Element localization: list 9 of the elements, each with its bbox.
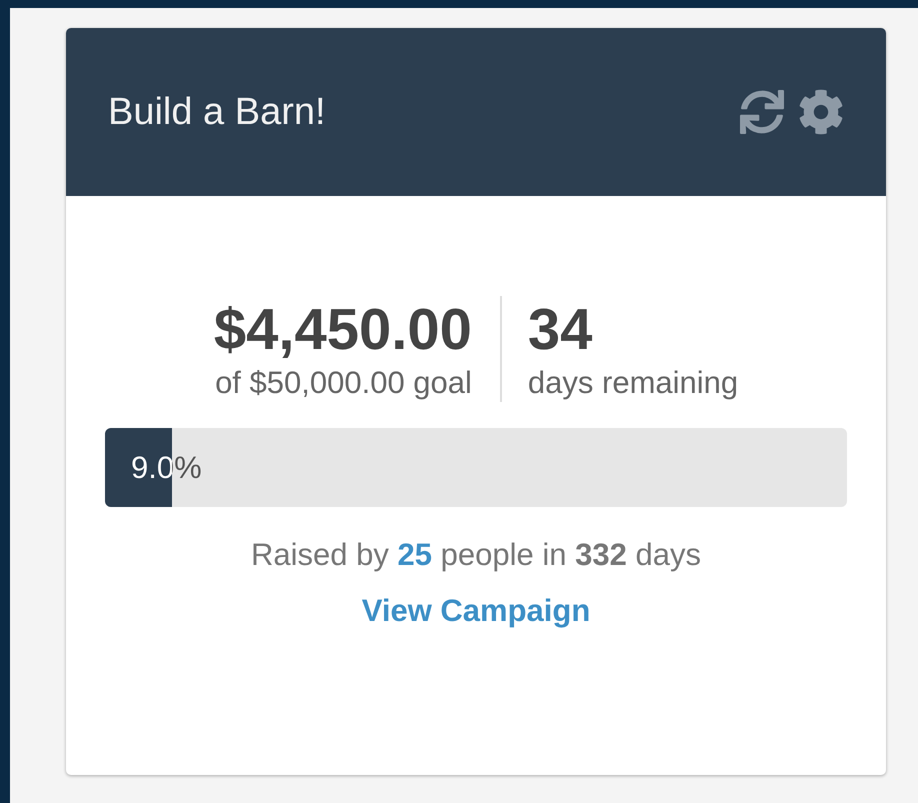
raised-summary: Raised by 25 people in 332 days [251,536,701,574]
days-count: 34 [528,296,592,364]
days-remaining-label: days remaining [528,364,738,402]
settings-icon[interactable] [798,89,844,135]
card-title: Build a Barn! [108,90,326,134]
view-campaign-link[interactable]: View Campaign [362,591,590,631]
refresh-icon[interactable] [740,90,784,134]
goal-text: of $50,000.00 goal [215,364,472,402]
raised-amount: $4,450.00 [214,296,472,364]
